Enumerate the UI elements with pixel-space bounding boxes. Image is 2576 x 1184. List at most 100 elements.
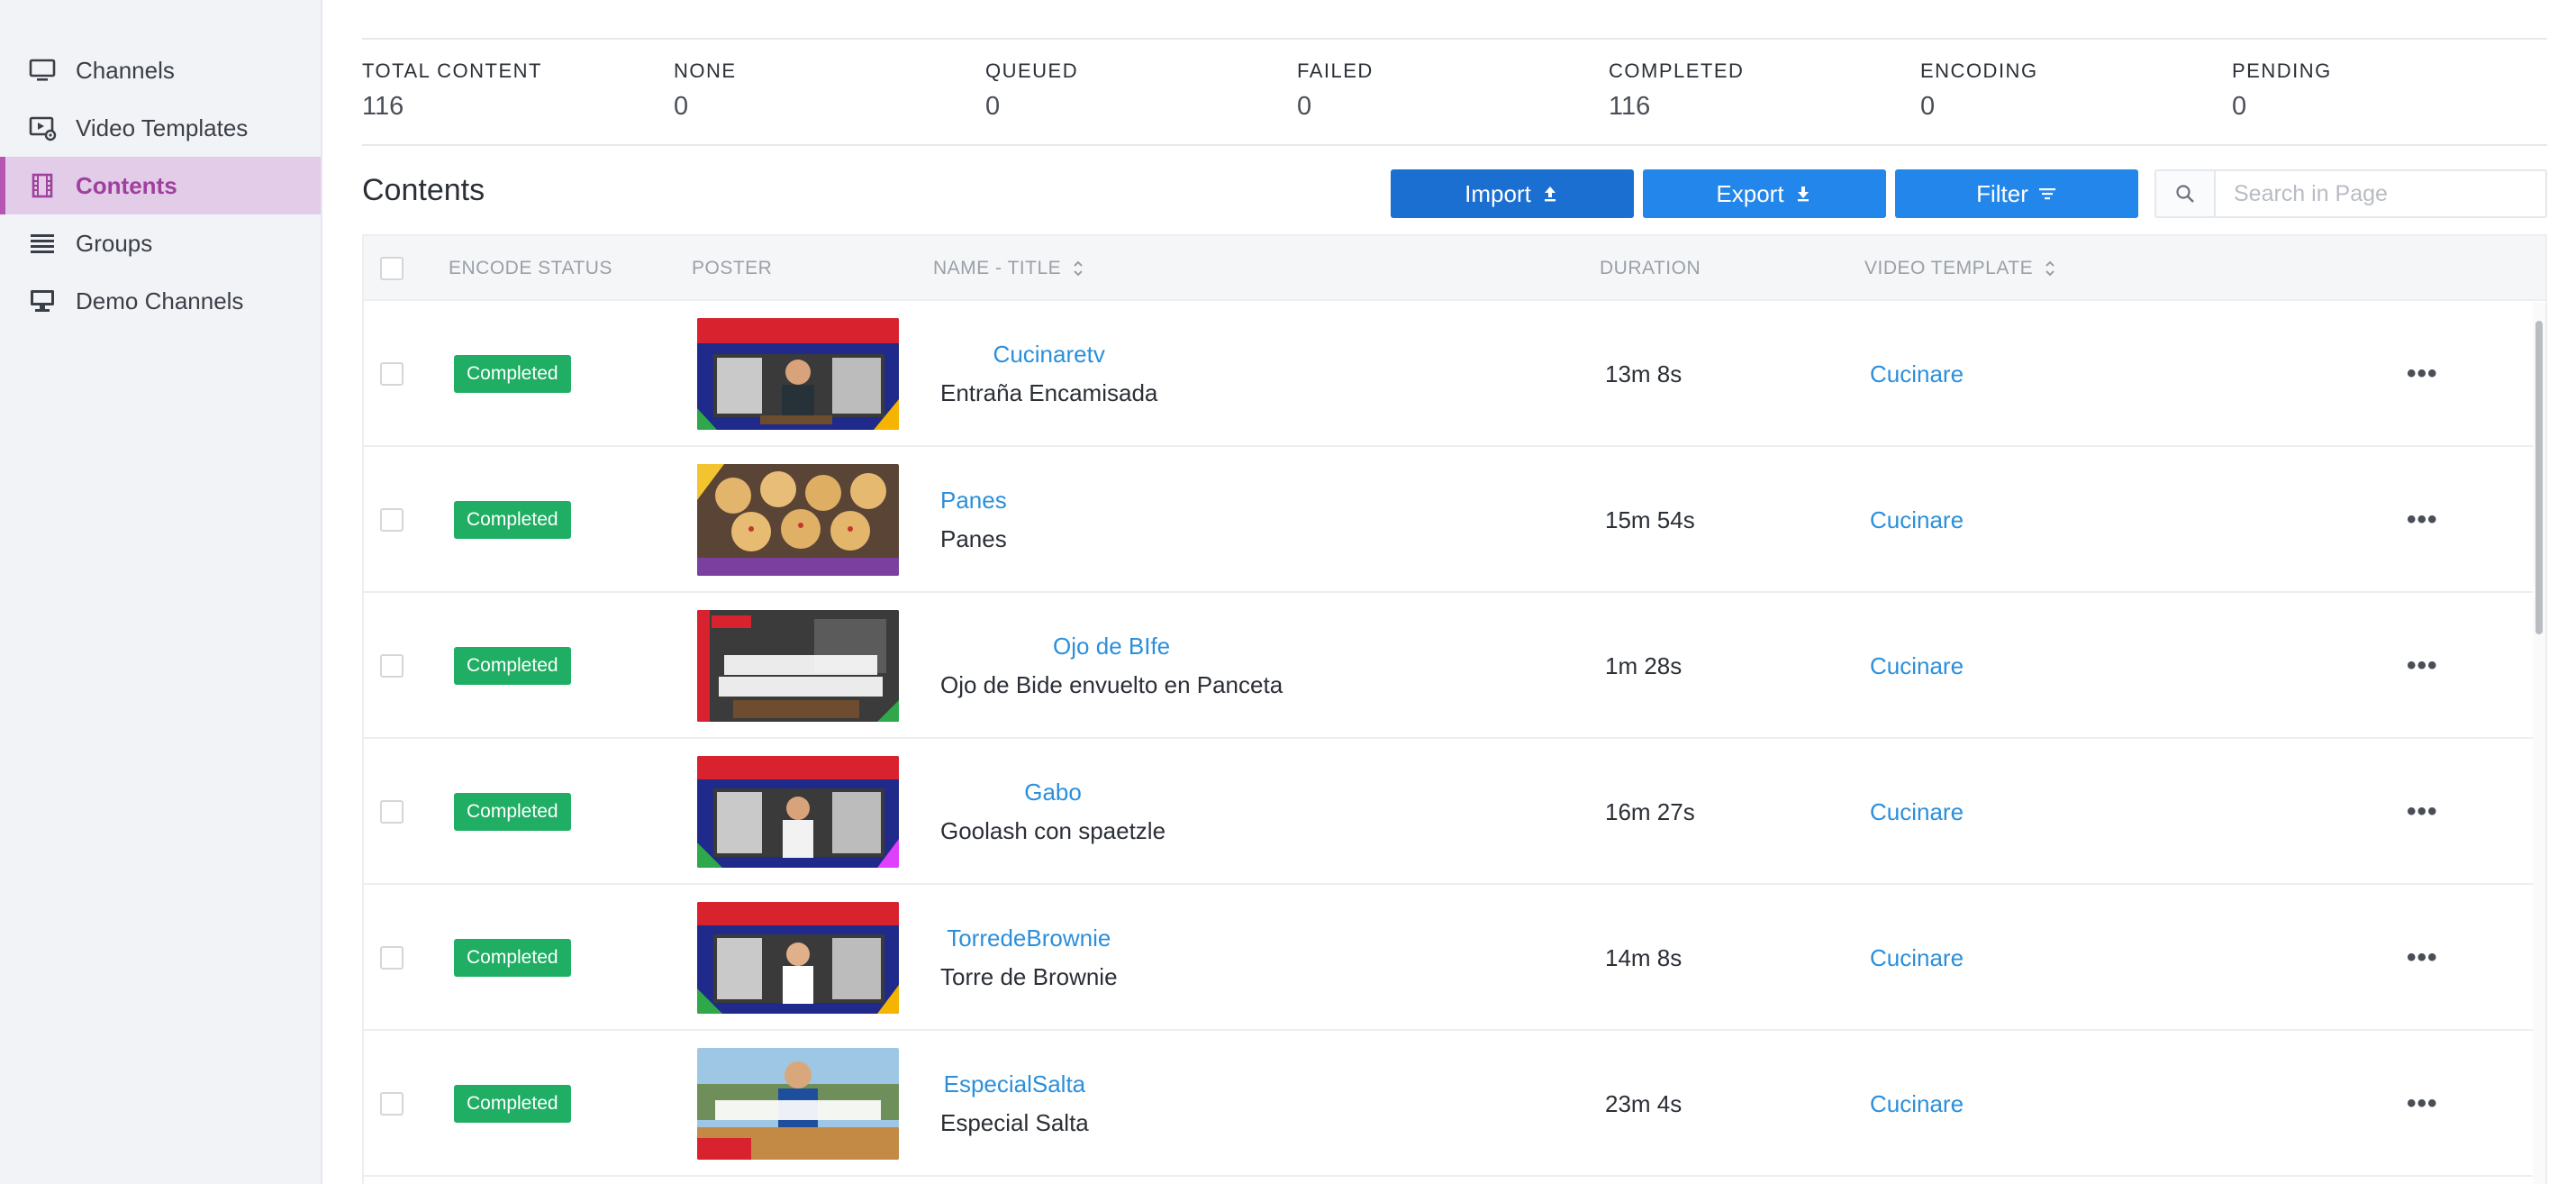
stat-label: COMPLETED <box>1609 59 1745 82</box>
content-name-link[interactable]: Panes <box>940 487 1007 515</box>
more-options-icon[interactable]: ••• <box>2407 944 2438 971</box>
content-name-link[interactable]: EspecialSalta <box>944 1070 1086 1098</box>
column-header-name-title[interactable]: NAME - TITLE <box>933 236 1084 301</box>
export-button[interactable]: Export <box>1643 169 1886 218</box>
stat-value: 0 <box>1297 92 1312 121</box>
stat-failed: FAILED 0 <box>1297 59 1609 146</box>
video-template-link[interactable]: Cucinare <box>1870 739 1964 885</box>
status-badge: Completed <box>454 793 571 831</box>
duration: 23m 4s <box>1605 1089 1683 1117</box>
poster-thumbnail[interactable] <box>697 610 899 722</box>
table-row[interactable]: Completed Ojo de BIfe Ojo de Bide envuel… <box>364 593 2545 739</box>
table-row[interactable]: Completed EspecialSalta Especial Salta 2… <box>364 1031 2545 1177</box>
duration: 14m 8s <box>1605 943 1683 971</box>
content-title: Entraña Encamisada <box>940 379 1158 406</box>
row-checkbox[interactable] <box>380 1092 404 1116</box>
duration: 1m 28s <box>1605 651 1683 679</box>
more-options-icon[interactable]: ••• <box>2407 652 2438 679</box>
scrollbar-thumb[interactable] <box>2535 321 2543 634</box>
video-settings-icon <box>27 114 58 141</box>
duration: 13m 8s <box>1605 360 1683 387</box>
video-template-link[interactable]: Cucinare <box>1870 447 1964 593</box>
status-badge: Completed <box>454 355 571 393</box>
sidebar-item-groups[interactable]: Groups <box>0 214 321 272</box>
stat-label: FAILED <box>1297 59 1374 82</box>
monitor-icon <box>27 57 58 84</box>
stat-pending: PENDING 0 <box>2232 59 2544 146</box>
sort-icon[interactable] <box>1072 259 1084 278</box>
more-options-icon[interactable]: ••• <box>2407 360 2438 387</box>
row-checkbox[interactable] <box>380 800 404 824</box>
stat-value: 116 <box>362 92 404 121</box>
divider <box>362 38 2547 40</box>
stat-value: 0 <box>2232 92 2247 121</box>
sidebar-item-label: Demo Channels <box>76 287 244 314</box>
contents-table: ENCODE STATUS POSTER NAME - TITLE DURATI… <box>362 234 2547 1184</box>
select-all-checkbox[interactable] <box>380 257 404 280</box>
stat-label: PENDING <box>2232 59 2332 82</box>
column-header-video-template[interactable]: VIDEO TEMPLATE <box>1864 236 2056 301</box>
more-options-icon[interactable]: ••• <box>2407 506 2438 533</box>
table-row[interactable]: Completed TorredeBrownie Torre de Browni… <box>364 885 2545 1031</box>
content-name-link[interactable]: Ojo de BIfe <box>1053 633 1170 660</box>
column-header-poster: POSTER <box>692 258 773 278</box>
column-header-label: NAME - TITLE <box>933 258 1062 278</box>
content-name-link[interactable]: Gabo <box>1024 779 1082 806</box>
video-template-link[interactable]: Cucinare <box>1870 885 1964 1031</box>
sidebar-item-label: Channels <box>76 56 175 84</box>
poster-thumbnail[interactable] <box>697 464 899 576</box>
sidebar-item-contents[interactable]: Contents <box>0 157 321 214</box>
duration: 16m 27s <box>1605 797 1695 825</box>
stat-label: ENCODING <box>1920 59 2038 82</box>
sidebar-item-video-templates[interactable]: Video Templates <box>0 99 321 157</box>
main-content: TOTAL CONTENT 116 NONE 0 QUEUED 0 FAILED… <box>322 0 2576 1184</box>
filter-button[interactable]: Filter <box>1895 169 2138 218</box>
poster-thumbnail[interactable] <box>697 756 899 868</box>
stat-value: 116 <box>1609 92 1651 121</box>
table-row[interactable]: Completed Cucinaretv Entraña Encamisada … <box>364 301 2545 447</box>
status-badge: Completed <box>454 647 571 685</box>
row-checkbox[interactable] <box>380 654 404 678</box>
status-badge: Completed <box>454 1085 571 1123</box>
stat-total-content: TOTAL CONTENT 116 <box>362 59 674 146</box>
sort-icon[interactable] <box>2044 259 2056 278</box>
video-template-link[interactable]: Cucinare <box>1870 1031 1964 1177</box>
status-badge: Completed <box>454 501 571 539</box>
row-checkbox[interactable] <box>380 946 404 970</box>
stat-none: NONE 0 <box>674 59 985 146</box>
content-name-link[interactable]: Cucinaretv <box>993 341 1105 369</box>
video-template-link[interactable]: Cucinare <box>1870 593 1964 739</box>
table-scrollbar[interactable] <box>2533 303 2545 1184</box>
content-title: Goolash con spaetzle <box>940 817 1166 844</box>
search-input[interactable] <box>2216 172 2540 215</box>
import-button-label: Import <box>1465 179 1531 207</box>
display-stand-icon <box>27 287 58 314</box>
column-header-encode-status[interactable]: ENCODE STATUS <box>449 236 612 301</box>
poster-thumbnail[interactable] <box>697 1048 899 1160</box>
more-options-icon[interactable]: ••• <box>2407 798 2438 825</box>
content-name-link[interactable]: TorredeBrownie <box>947 924 1111 952</box>
stat-encoding: ENCODING 0 <box>1920 59 2232 146</box>
stat-value: 0 <box>985 92 1001 121</box>
row-checkbox[interactable] <box>380 362 404 386</box>
row-checkbox[interactable] <box>380 508 404 532</box>
more-options-icon[interactable]: ••• <box>2407 1090 2438 1117</box>
content-title: Panes <box>940 525 1007 552</box>
sidebar-item-channels[interactable]: Channels <box>0 41 321 99</box>
export-button-label: Export <box>1716 179 1784 207</box>
video-template-link[interactable]: Cucinare <box>1870 301 1964 447</box>
sidebar-item-demo-channels[interactable]: Demo Channels <box>0 272 321 330</box>
table-header: ENCODE STATUS POSTER NAME - TITLE DURATI… <box>364 236 2545 301</box>
sidebar: Channels Video Templates Contents Groups… <box>0 0 322 1184</box>
column-header-duration[interactable]: DURATION <box>1600 236 1701 301</box>
sidebar-item-label: Groups <box>76 229 153 257</box>
poster-thumbnail[interactable] <box>697 318 899 430</box>
stat-value: 0 <box>674 92 689 121</box>
stat-queued: QUEUED 0 <box>985 59 1297 146</box>
table-row[interactable]: Completed Panes Panes 15m 54s Cucinare •… <box>364 447 2545 593</box>
poster-thumbnail[interactable] <box>697 902 899 1014</box>
download-icon <box>1797 187 1809 202</box>
import-button[interactable]: Import <box>1391 169 1634 218</box>
filter-lines-icon <box>2038 188 2055 200</box>
table-row[interactable]: Completed Gabo Goolash con spaetzle 16m … <box>364 739 2545 885</box>
